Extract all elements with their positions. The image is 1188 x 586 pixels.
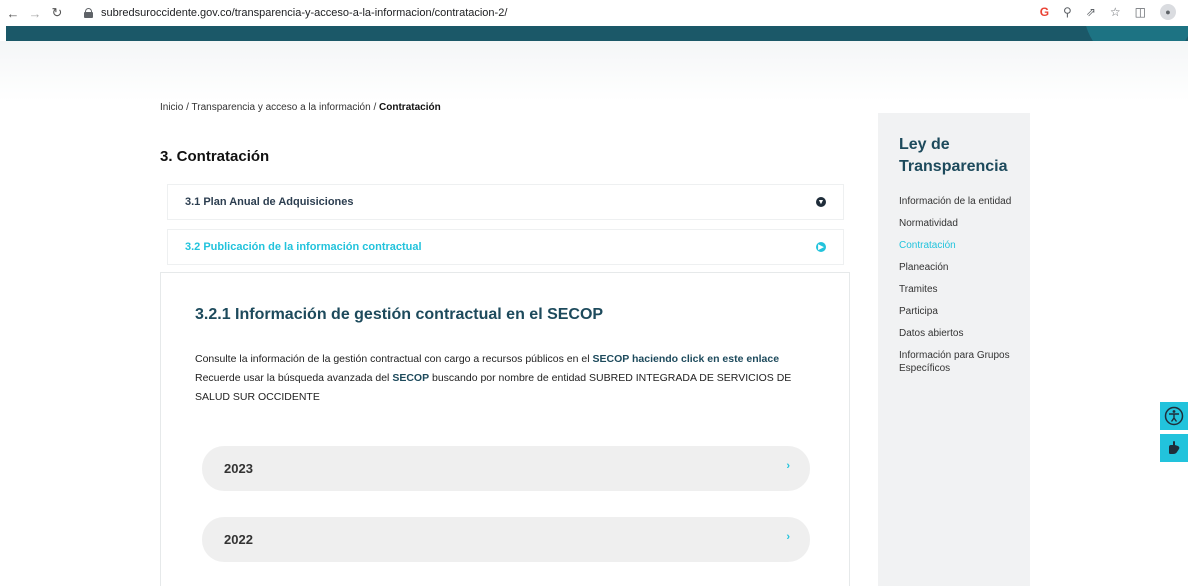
profile-icon[interactable]: ● xyxy=(1160,4,1176,20)
sign-language-button[interactable] xyxy=(1160,434,1188,462)
chevron-right-icon[interactable]: › xyxy=(786,531,790,543)
sidepanel-icon[interactable]: ◫ xyxy=(1135,5,1146,19)
description-text: Consulte la información de la gestión co… xyxy=(195,353,593,365)
breadcrumb: Inicio / Transparencia y acceso a la inf… xyxy=(160,102,441,113)
accordion-panel: 3.2.1 Información de gestión contractual… xyxy=(160,272,850,586)
breadcrumb-transparencia[interactable]: Transparencia y acceso a la información xyxy=(192,102,371,113)
breadcrumb-current: Contratación xyxy=(379,102,441,113)
sidebar-item-informacion-entidad[interactable]: Información de la entidad xyxy=(899,195,1024,208)
accordion-publicacion[interactable]: 3.2 Publicación de la información contra… xyxy=(167,229,844,265)
chevron-right-icon[interactable]: › xyxy=(786,460,790,472)
accessibility-button[interactable] xyxy=(1160,402,1188,430)
sign-language-icon xyxy=(1169,441,1180,454)
header-shadow xyxy=(0,41,1188,101)
chevron-right-icon[interactable]: ▶ xyxy=(816,242,826,252)
accordion-label: 3.2 Publicación de la información contra… xyxy=(185,241,422,253)
year-row-2023[interactable]: 2023 › xyxy=(202,446,810,491)
section-description: Consulte la información de la gestión co… xyxy=(195,350,815,407)
sidebar-item-tramites[interactable]: Tramites xyxy=(899,283,1024,296)
year-label: 2022 xyxy=(224,532,253,547)
reload-icon[interactable]: ↻ xyxy=(48,4,66,22)
header-decoration xyxy=(1084,26,1188,41)
browser-toolbar: ← → ↻ subredsuroccidente.gov.co/transpar… xyxy=(0,0,1188,26)
secop-link[interactable]: SECOP haciendo click en este enlace xyxy=(592,353,779,365)
secop-emphasis: SECOP xyxy=(392,372,430,384)
url-text[interactable]: subredsuroccidente.gov.co/transparencia-… xyxy=(101,7,507,19)
zoom-icon[interactable]: ⚲ xyxy=(1063,5,1072,19)
site-header xyxy=(6,26,1188,41)
accordion-plan-anual[interactable]: 3.1 Plan Anual de Adquisiciones ▼ xyxy=(167,184,844,220)
breadcrumb-separator: / xyxy=(370,102,380,113)
google-icon[interactable]: G xyxy=(1040,5,1049,19)
accordion-label: 3.1 Plan Anual de Adquisiciones xyxy=(185,196,354,208)
sidebar-item-participa[interactable]: Participa xyxy=(899,305,1024,318)
star-icon[interactable]: ☆ xyxy=(1110,5,1121,19)
breadcrumb-home[interactable]: Inicio xyxy=(160,102,183,113)
chevron-down-icon[interactable]: ▼ xyxy=(816,197,826,207)
section-title: 3.2.1 Información de gestión contractual… xyxy=(195,306,604,323)
description-text: Recuerde usar la búsqueda avanzada del xyxy=(195,372,393,384)
sidebar-item-contratacion[interactable]: Contratación xyxy=(899,239,1024,252)
sidebar-item-datos-abiertos[interactable]: Datos abiertos xyxy=(899,327,1024,340)
sidebar: Ley de Transparencia Información de la e… xyxy=(878,113,1030,586)
sidebar-title: Ley de Transparencia xyxy=(899,136,1008,175)
share-icon[interactable]: ⇗ xyxy=(1086,5,1096,19)
sidebar-item-planeacion[interactable]: Planeación xyxy=(899,261,1024,274)
sidebar-item-normatividad[interactable]: Normatividad xyxy=(899,217,1024,230)
accessibility-icon xyxy=(1164,406,1184,426)
year-row-2022[interactable]: 2022 › xyxy=(202,517,810,562)
sidebar-item-grupos-especificos[interactable]: Información para Grupos Específicos xyxy=(899,349,1024,375)
forward-icon[interactable]: → xyxy=(26,4,44,22)
sidebar-menu: Información de la entidad Normatividad C… xyxy=(899,195,1024,384)
lock-icon[interactable] xyxy=(84,8,93,18)
address-bar[interactable]: subredsuroccidente.gov.co/transparencia-… xyxy=(84,3,1024,23)
year-label: 2023 xyxy=(224,461,253,476)
back-icon[interactable]: ← xyxy=(4,4,22,22)
browser-actions: G ⚲ ⇗ ☆ ◫ ● xyxy=(1040,4,1176,20)
page-title: 3. Contratación xyxy=(160,148,270,165)
breadcrumb-separator: / xyxy=(183,102,192,113)
